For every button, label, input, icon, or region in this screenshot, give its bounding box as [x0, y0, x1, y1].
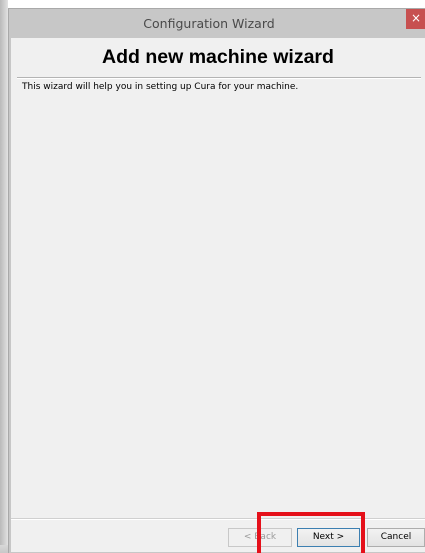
window-title: Configuration Wizard [143, 16, 275, 31]
configuration-wizard-window: Configuration Wizard × Add new machine w… [8, 8, 425, 553]
back-button[interactable]: < Back [228, 528, 292, 547]
background-window-edge [0, 0, 8, 553]
wizard-intro-text: This wizard will help you in setting up … [22, 82, 299, 92]
title-bar[interactable]: Configuration Wizard × [9, 9, 425, 38]
next-button[interactable]: Next > [297, 528, 360, 547]
cancel-button[interactable]: Cancel [367, 528, 425, 547]
heading-divider [17, 77, 421, 79]
close-icon[interactable]: × [406, 9, 425, 29]
wizard-heading: Add new machine wizard [102, 46, 334, 68]
button-bar-divider [11, 518, 425, 520]
wizard-page: Add new machine wizard This wizard will … [11, 38, 425, 552]
